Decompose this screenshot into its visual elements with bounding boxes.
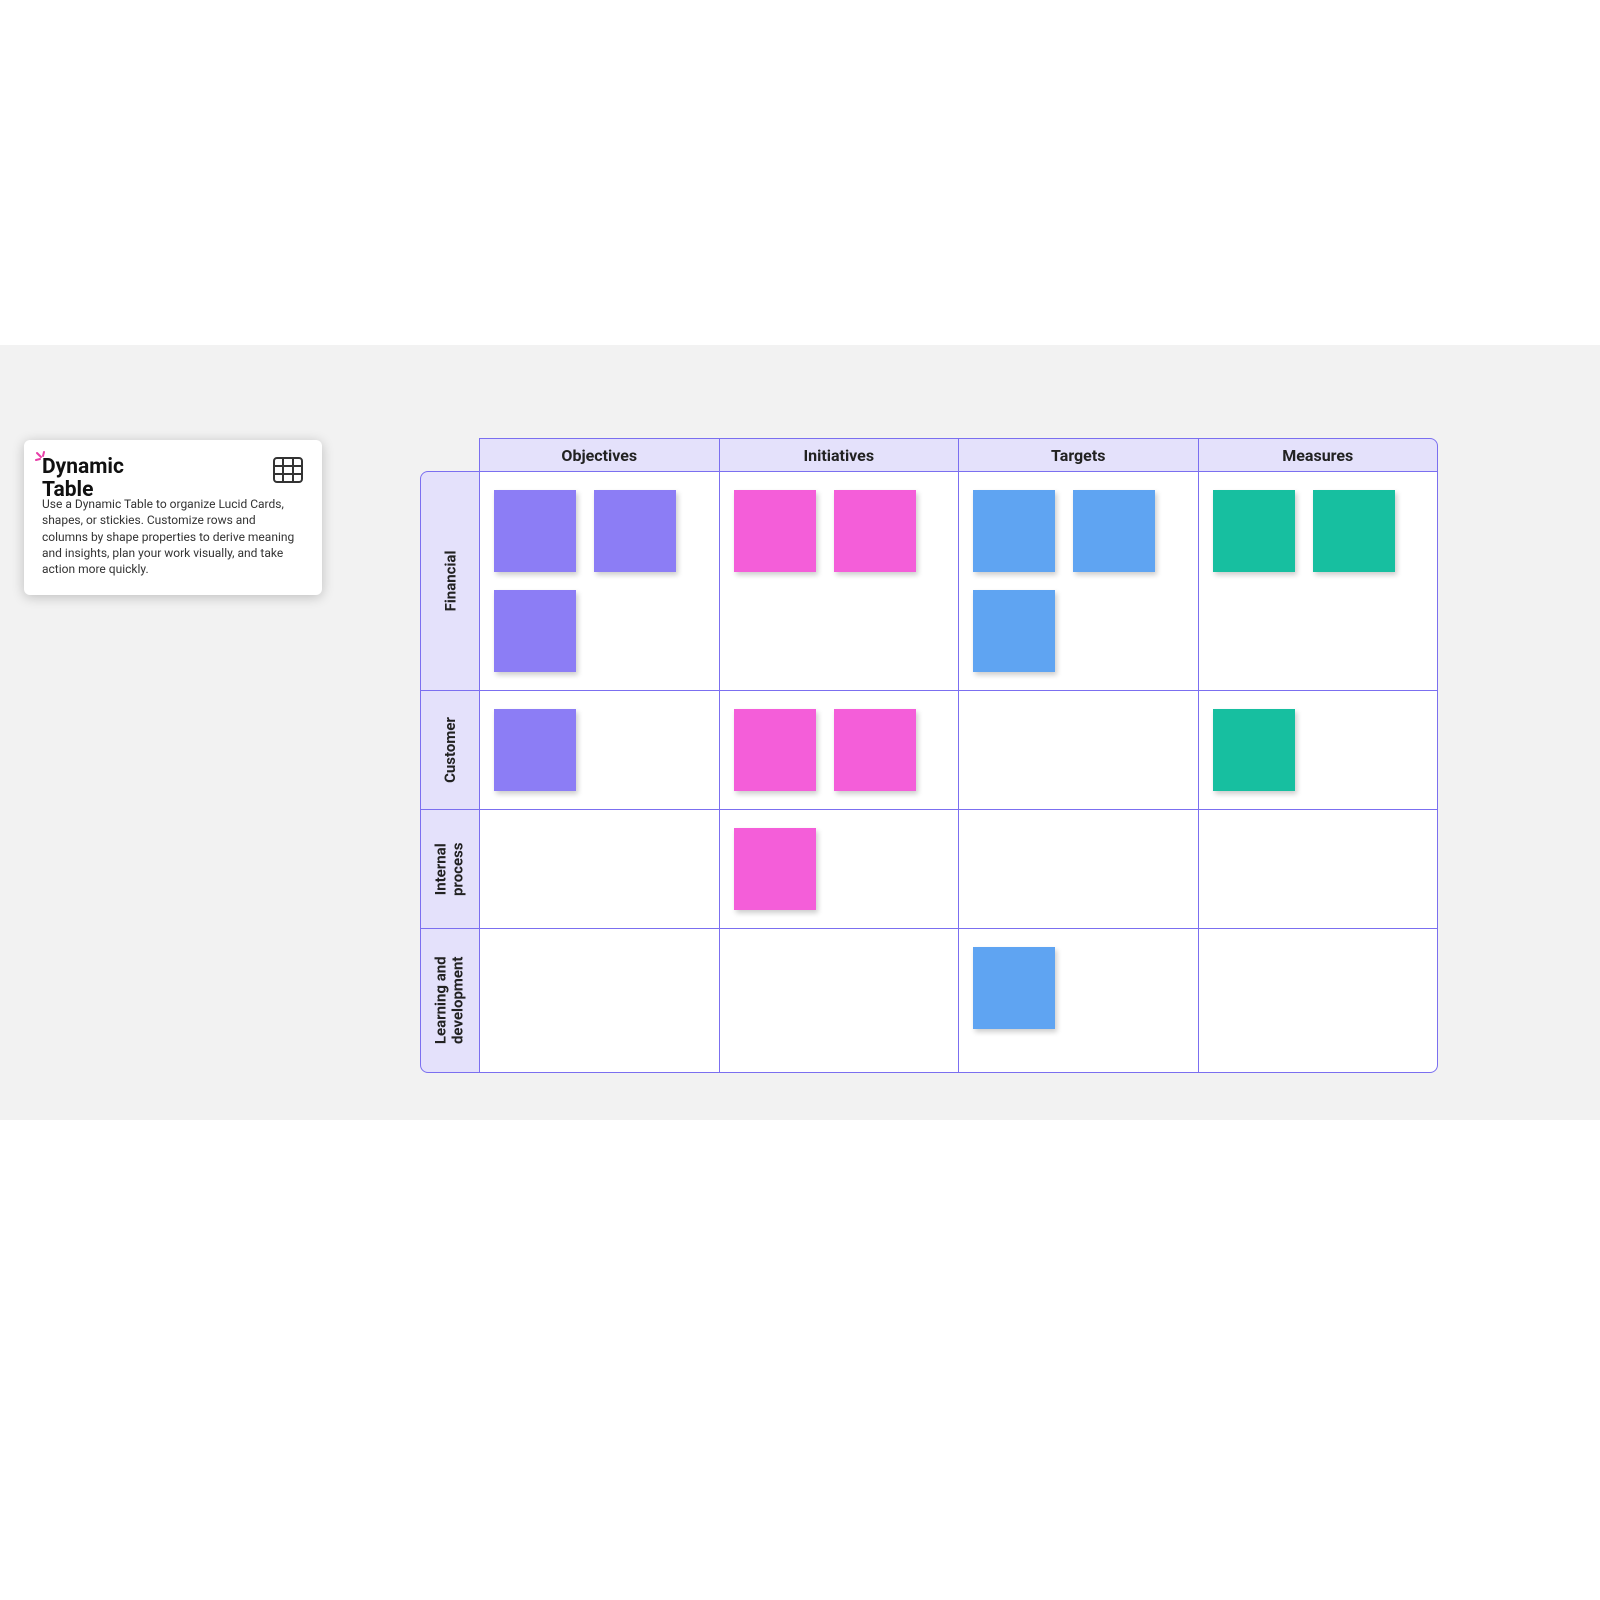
sticky-note[interactable] — [494, 590, 576, 672]
column-headers: Objectives Initiatives Targets Measures — [420, 438, 1438, 472]
sticky-note[interactable] — [1213, 709, 1295, 791]
info-card-header: Dynamic Table — [42, 456, 304, 502]
sticky-note[interactable] — [973, 590, 1055, 672]
grid-icon — [272, 456, 304, 484]
row-header-customer[interactable]: Customer — [420, 690, 480, 810]
cell[interactable] — [1198, 928, 1439, 1073]
cell[interactable] — [479, 471, 720, 691]
sticky-note[interactable] — [973, 490, 1055, 572]
cell[interactable] — [719, 928, 960, 1073]
row-header-learning-and-development[interactable]: Learning anddevelopment — [420, 928, 480, 1073]
cell[interactable] — [958, 809, 1199, 929]
sticky-note[interactable] — [1073, 490, 1155, 572]
sticky-note[interactable] — [1213, 490, 1295, 572]
cell[interactable] — [479, 928, 720, 1073]
row-header-label: Learning anddevelopment — [433, 957, 468, 1045]
cell[interactable] — [719, 809, 960, 929]
info-title: Dynamic Table — [42, 456, 162, 502]
row-header-label: Financial — [441, 551, 459, 612]
col-header-targets[interactable]: Targets — [958, 438, 1199, 472]
sticky-note[interactable] — [973, 947, 1055, 1029]
sticky-note[interactable] — [834, 709, 916, 791]
row-header-label: Customer — [441, 717, 459, 783]
cell[interactable] — [958, 471, 1199, 691]
info-card: Dynamic Table Use a Dynamic Table to org… — [24, 440, 322, 595]
table-body: Financial Customer Internalprocess Learning… — [420, 472, 1438, 1073]
info-description: Use a Dynamic Table to organize Lucid Ca… — [42, 496, 304, 577]
col-header-objectives[interactable]: Objectives — [479, 438, 720, 472]
cell[interactable] — [1198, 809, 1439, 929]
row-header-internal-process[interactable]: Internalprocess — [420, 809, 480, 929]
sticky-note[interactable] — [734, 490, 816, 572]
cell[interactable] — [1198, 471, 1439, 691]
cell[interactable] — [719, 471, 960, 691]
sticky-note[interactable] — [494, 709, 576, 791]
col-header-measures[interactable]: Measures — [1198, 438, 1439, 472]
cell[interactable] — [479, 690, 720, 810]
sticky-note[interactable] — [734, 709, 816, 791]
cell[interactable] — [1198, 690, 1439, 810]
cell[interactable] — [958, 928, 1199, 1073]
row-header-label: Internalprocess — [433, 842, 468, 896]
sticky-note[interactable] — [494, 490, 576, 572]
dynamic-table[interactable]: Objectives Initiatives Targets Measures … — [420, 438, 1438, 1073]
cell[interactable] — [958, 690, 1199, 810]
sticky-note[interactable] — [834, 490, 916, 572]
row-header-financial[interactable]: Financial — [420, 471, 480, 691]
cell[interactable] — [479, 809, 720, 929]
sticky-note[interactable] — [1313, 490, 1395, 572]
cell[interactable] — [719, 690, 960, 810]
header-spacer — [420, 438, 480, 472]
sticky-note[interactable] — [734, 828, 816, 910]
spark-icon — [34, 450, 50, 466]
sticky-note[interactable] — [594, 490, 676, 572]
col-header-initiatives[interactable]: Initiatives — [719, 438, 960, 472]
